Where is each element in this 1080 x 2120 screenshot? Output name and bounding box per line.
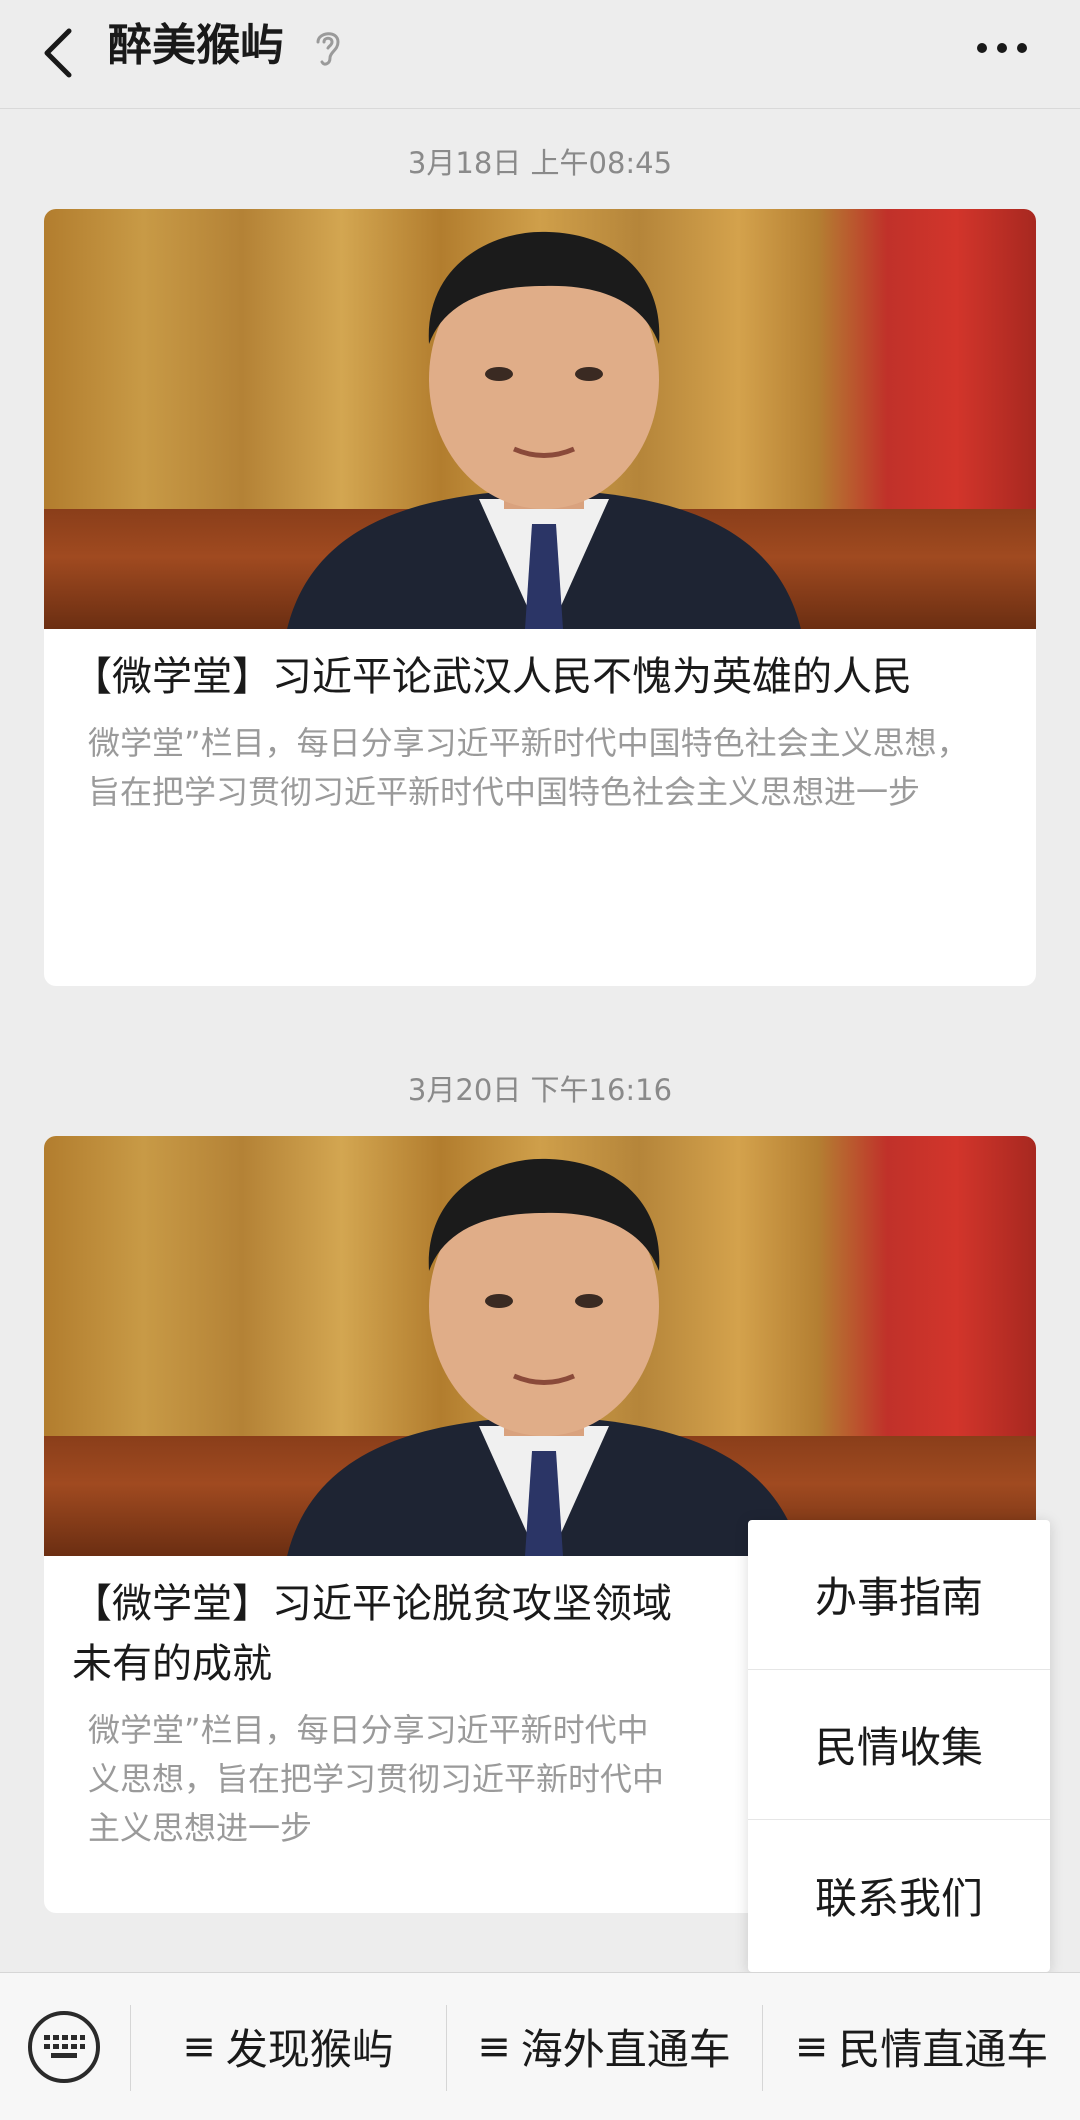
menu-item-guide[interactable]: 办事指南 — [748, 1520, 1050, 1670]
article-cover-image — [44, 1136, 1036, 1556]
article-description: 微学堂”栏目，每日分享习近平新时代中国特色社会主义思想，旨在把学习贯彻习近平新时… — [88, 724, 969, 811]
tab-discover[interactable]: ≡ 发现猴屿 — [131, 1973, 445, 2120]
tab-public-opinion[interactable]: ≡ 民情直通车 — [763, 1973, 1080, 2120]
more-options-button[interactable] — [972, 24, 1032, 72]
bottom-menu-bar: ≡ 发现猴屿 ≡ 海外直通车 ≡ 民情直通车 — [0, 1972, 1080, 2120]
page-title: 醉美猴屿 — [108, 20, 284, 71]
article-title: 【微学堂】习近平论武汉人民不愧为英雄的人民 — [72, 654, 912, 700]
ear-icon — [310, 24, 346, 70]
submenu-popup: 办事指南 民情收集 联系我们 — [748, 1520, 1050, 1972]
menu-lines-icon: ≡ — [182, 2023, 216, 2070]
menu-lines-icon: ≡ — [477, 2023, 511, 2070]
keyboard-toggle-button[interactable] — [28, 2011, 100, 2083]
top-nav-bar: 醉美猴屿 — [0, 0, 1080, 109]
tab-overseas[interactable]: ≡ 海外直通车 — [447, 1973, 761, 2120]
article-cover-image — [44, 209, 1036, 629]
back-button[interactable] — [30, 20, 86, 86]
keyboard-icon — [44, 2035, 85, 2058]
menu-item-contact[interactable]: 联系我们 — [748, 1820, 1050, 1970]
more-dots-icon — [977, 43, 987, 53]
article-card[interactable]: 【微学堂】习近平论武汉人民不愧为英雄的人民 微学堂”栏目，每日分享习近平新时代中… — [44, 209, 1036, 986]
message-timestamp: 3月20日 下午16:16 — [407, 1073, 673, 1107]
menu-item-feedback[interactable]: 民情收集 — [748, 1670, 1050, 1820]
chevron-left-icon — [44, 28, 72, 78]
menu-lines-icon: ≡ — [794, 2023, 829, 2070]
message-timestamp: 3月18日 上午08:45 — [407, 146, 673, 180]
